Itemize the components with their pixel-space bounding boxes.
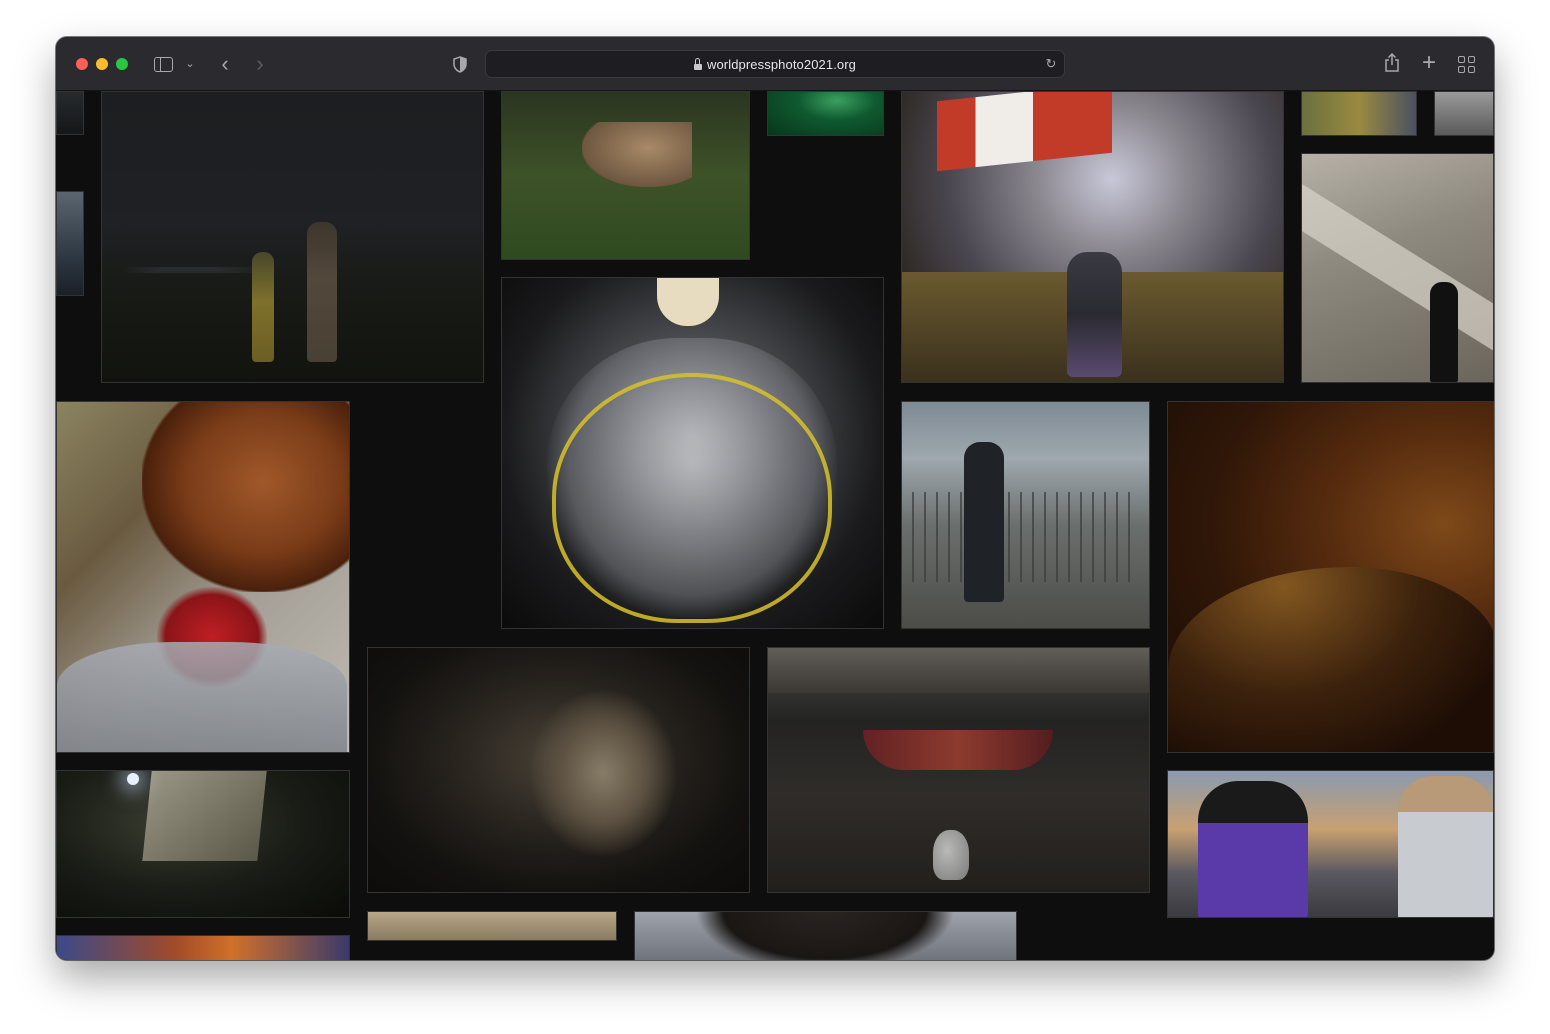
reload-icon[interactable]: ↻ [1044,57,1058,71]
gallery-photo-horse-hospital[interactable] [56,401,350,753]
gallery-photo-plastic-hug[interactable] [501,277,884,629]
gallery-photo-night-box[interactable] [56,770,350,918]
tab-grid-icon[interactable] [1457,55,1475,73]
share-icon[interactable] [1383,53,1401,73]
gallery-photo-couple-field[interactable] [101,91,484,383]
back-icon[interactable]: ‹ [216,53,234,75]
address-text[interactable]: worldpressphoto2021.org [486,57,1064,72]
gallery-photo-statue-protest[interactable] [1167,770,1494,918]
gallery-photo-edge-left-mid[interactable] [56,191,84,296]
close-button[interactable] [76,58,88,70]
gallery-photo-top-right-crowd[interactable] [1301,91,1417,136]
chevron-down-icon[interactable]: ⌄ [183,57,197,71]
shield-icon[interactable] [452,54,468,74]
minimize-button[interactable] [96,58,108,70]
gallery-photo-crowd-bottom[interactable] [56,935,350,960]
gallery-photo-bird-bottom[interactable] [634,911,1017,960]
plus-icon[interactable]: + [1420,51,1438,75]
gallery-photo-two-women[interactable] [367,647,750,893]
sidebar-icon[interactable] [152,55,174,73]
photo-gallery [56,91,1494,960]
gallery-photo-sky-bottom[interactable] [367,911,617,941]
lock-icon [693,58,702,70]
gallery-photo-cougar[interactable] [501,91,750,260]
gallery-photo-wildfire-car[interactable] [1167,401,1494,753]
zoom-button[interactable] [116,58,128,70]
gallery-photo-edge-left-top[interactable] [56,91,84,135]
forward-icon[interactable]: › [251,53,269,75]
gallery-photo-hammock-hut[interactable] [767,647,1150,893]
address-bar[interactable]: worldpressphoto2021.org ↻ [485,50,1065,78]
browser-toolbar: ⌄ ‹ › worldpressphoto2021.org ↻ + [56,37,1494,91]
gallery-photo-fence-jump[interactable] [901,401,1150,629]
gallery-photo-green-light[interactable] [767,91,884,136]
gallery-photo-protest-flag[interactable] [901,91,1284,383]
gallery-photo-escalator[interactable] [1301,153,1494,383]
gallery-photo-top-right-edge[interactable] [1434,91,1494,136]
browser-window: ⌄ ‹ › worldpressphoto2021.org ↻ + [56,37,1494,960]
url-text: worldpressphoto2021.org [706,57,856,72]
